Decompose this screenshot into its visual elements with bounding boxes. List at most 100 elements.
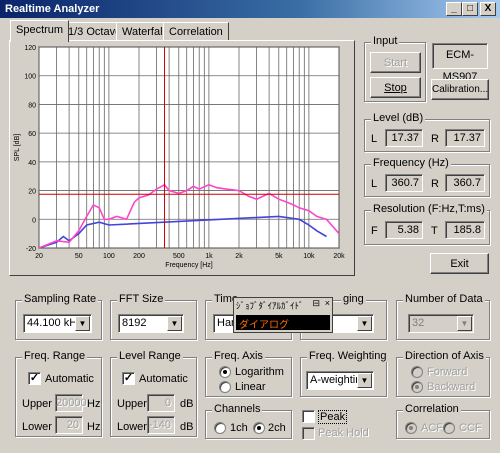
chevron-down-icon[interactable]: ▼ bbox=[75, 316, 90, 331]
tab-spectrum[interactable]: Spectrum bbox=[10, 20, 70, 42]
number-of-data-legend: Number of Data bbox=[403, 293, 485, 305]
freq-range-lower-unit: Hz bbox=[87, 421, 101, 433]
channels-legend: Channels bbox=[212, 403, 263, 415]
level-range-upper-input[interactable]: 0 bbox=[147, 394, 175, 412]
y-tick-label: -20 bbox=[26, 246, 36, 253]
level-range-upper-label: Upper bbox=[117, 398, 147, 410]
correlation-ccf-label: CCF bbox=[459, 422, 482, 434]
chevron-down-icon[interactable]: ▼ bbox=[357, 373, 372, 388]
fft-size-legend: FFT Size bbox=[117, 293, 166, 305]
direction-forward-radio[interactable] bbox=[411, 366, 423, 378]
chevron-down-icon[interactable]: ▼ bbox=[167, 316, 182, 331]
level-range-automatic-label: Automatic bbox=[139, 373, 188, 385]
ime-popup-title: ｼﾞｮﾌﾞﾀﾞｲｱﾙｶﾞｲﾄﾞ bbox=[236, 301, 304, 311]
y-tick-label: 80 bbox=[28, 102, 36, 109]
freq-range-upper-label: Upper bbox=[22, 398, 52, 410]
number-of-data-select[interactable]: 32 ▼ bbox=[408, 314, 474, 333]
sampling-rate-legend: Sampling Rate bbox=[22, 293, 99, 305]
channels-1ch-label: 1ch bbox=[230, 422, 248, 434]
freq-range-automatic-checkbox[interactable]: ✓ bbox=[28, 372, 41, 385]
level-range-upper-unit: dB bbox=[180, 398, 194, 410]
direction-of-axis-legend: Direction of Axis bbox=[403, 350, 486, 362]
stop-button[interactable]: Stop bbox=[370, 77, 421, 98]
minimize-icon[interactable]: ⊟ bbox=[312, 298, 320, 309]
fft-size-select[interactable]: 8192 ▼ bbox=[118, 314, 184, 333]
resolution-t-label: T bbox=[431, 225, 438, 237]
resolution-t-value: 185.8 bbox=[445, 221, 485, 239]
direction-backward-label: Backward bbox=[427, 381, 476, 393]
x-tick-label: 500 bbox=[173, 253, 185, 260]
x-tick-label: 1k bbox=[205, 253, 213, 260]
freq-range-upper-input[interactable]: 20000 bbox=[55, 394, 87, 412]
level-l-label: L bbox=[371, 133, 378, 145]
peak-label: Peak bbox=[318, 410, 348, 424]
x-tick-label: 100 bbox=[103, 253, 115, 260]
input-legend: Input bbox=[371, 35, 400, 47]
peak-hold-checkbox[interactable] bbox=[302, 427, 315, 440]
sampling-rate-select[interactable]: 44.100 kHz ▼ bbox=[23, 314, 92, 333]
x-tick-label: 10k bbox=[303, 253, 315, 260]
y-axis-label: SPL [dB] bbox=[14, 134, 21, 161]
fft-size-value: 8192 bbox=[122, 317, 147, 329]
x-tick-label: 200 bbox=[133, 253, 145, 260]
number-of-data-value: 32 bbox=[412, 317, 425, 329]
resolution-f-value: 5.38 bbox=[385, 221, 423, 239]
freq-axis-linear-radio[interactable] bbox=[219, 381, 231, 393]
tab-correlation[interactable]: Correlation bbox=[163, 22, 229, 41]
maximize-button[interactable]: □ bbox=[462, 2, 478, 16]
freq-axis-logarithm-radio[interactable] bbox=[219, 366, 231, 378]
direction-backward-radio[interactable] bbox=[411, 381, 423, 393]
close-button[interactable]: X bbox=[480, 2, 496, 16]
minimize-button[interactable]: _ bbox=[446, 2, 462, 16]
channels-2ch-label: 2ch bbox=[268, 422, 286, 434]
close-icon[interactable]: × bbox=[325, 298, 330, 308]
freq-range-upper-unit: Hz bbox=[87, 398, 101, 410]
freq-weighting-legend: Freq. Weighting bbox=[307, 350, 389, 362]
x-tick-label: 2k bbox=[235, 253, 243, 260]
freq-range-lower-input[interactable]: 20 bbox=[55, 416, 83, 434]
calibration-button[interactable]: Calibration... bbox=[431, 79, 489, 100]
level-l-value: 17.37 bbox=[385, 129, 423, 147]
direction-forward-label: Forward bbox=[427, 366, 468, 378]
spectrum-chart: 120100806040200-2020 50 100 200 500 1k 2k 5k 10k… bbox=[14, 45, 345, 269]
freq-range-lower-label: Lower bbox=[22, 421, 52, 433]
spectrum-tab-panel: 120 100 80 60 40 20 0 -20 20 50 100 200 500 1k 2k 5k 10k… bbox=[9, 40, 355, 276]
freq-weighting-select[interactable]: A-weighting ▼ bbox=[306, 371, 374, 390]
y-tick-label: 60 bbox=[28, 131, 36, 138]
level-legend: Level (dB) bbox=[371, 112, 426, 124]
chevron-down-icon[interactable]: ▼ bbox=[357, 316, 372, 331]
chevron-down-icon[interactable]: ▼ bbox=[457, 316, 472, 331]
level-range-lower-input[interactable]: -140 bbox=[147, 416, 175, 434]
frequency-r-value: 360.7 bbox=[445, 174, 485, 192]
peak-checkbox[interactable] bbox=[302, 410, 315, 423]
x-axis-label: Frequency [Hz] bbox=[165, 262, 213, 269]
x-tick-label: 20 bbox=[35, 253, 43, 260]
correlation-acf-radio[interactable] bbox=[405, 422, 417, 434]
exit-button[interactable]: Exit bbox=[430, 253, 489, 274]
freq-axis-legend: Freq. Axis bbox=[212, 350, 265, 362]
title-bar: Realtime Analyzer _ □ X bbox=[0, 0, 500, 18]
x-tick-label: 20k bbox=[333, 253, 345, 260]
window-title: Realtime Analyzer bbox=[5, 3, 100, 15]
frequency-r-label: R bbox=[431, 178, 439, 190]
level-range-legend: Level Range bbox=[117, 350, 183, 362]
frequency-legend: Frequency (Hz) bbox=[371, 157, 451, 169]
y-tick-label: 100 bbox=[24, 74, 36, 81]
level-range-lower-label: Lower bbox=[117, 421, 147, 433]
channels-2ch-radio[interactable] bbox=[253, 422, 265, 434]
level-range-automatic-checkbox[interactable]: ✓ bbox=[122, 372, 135, 385]
correlation-ccf-radio[interactable] bbox=[443, 422, 455, 434]
ime-popup[interactable]: ｼﾞｮﾌﾞﾀﾞｲｱﾙｶﾞｲﾄﾞ ⊟ × ダイアログ bbox=[233, 297, 333, 333]
level-range-lower-unit: dB bbox=[180, 421, 194, 433]
start-button[interactable]: Start bbox=[370, 52, 421, 73]
freq-axis-linear-label: Linear bbox=[235, 381, 266, 393]
y-tick-label: 0 bbox=[32, 217, 36, 224]
y-tick-label: 120 bbox=[24, 45, 36, 52]
resolution-f-label: F bbox=[371, 225, 378, 237]
channels-1ch-radio[interactable] bbox=[214, 422, 226, 434]
ime-popup-text: ダイアログ bbox=[236, 315, 330, 331]
freq-range-automatic-label: Automatic bbox=[45, 373, 94, 385]
frequency-l-value: 360.7 bbox=[385, 174, 423, 192]
peak-hold-label: Peak Hold bbox=[318, 427, 369, 439]
x-tick-label: 50 bbox=[75, 253, 83, 260]
